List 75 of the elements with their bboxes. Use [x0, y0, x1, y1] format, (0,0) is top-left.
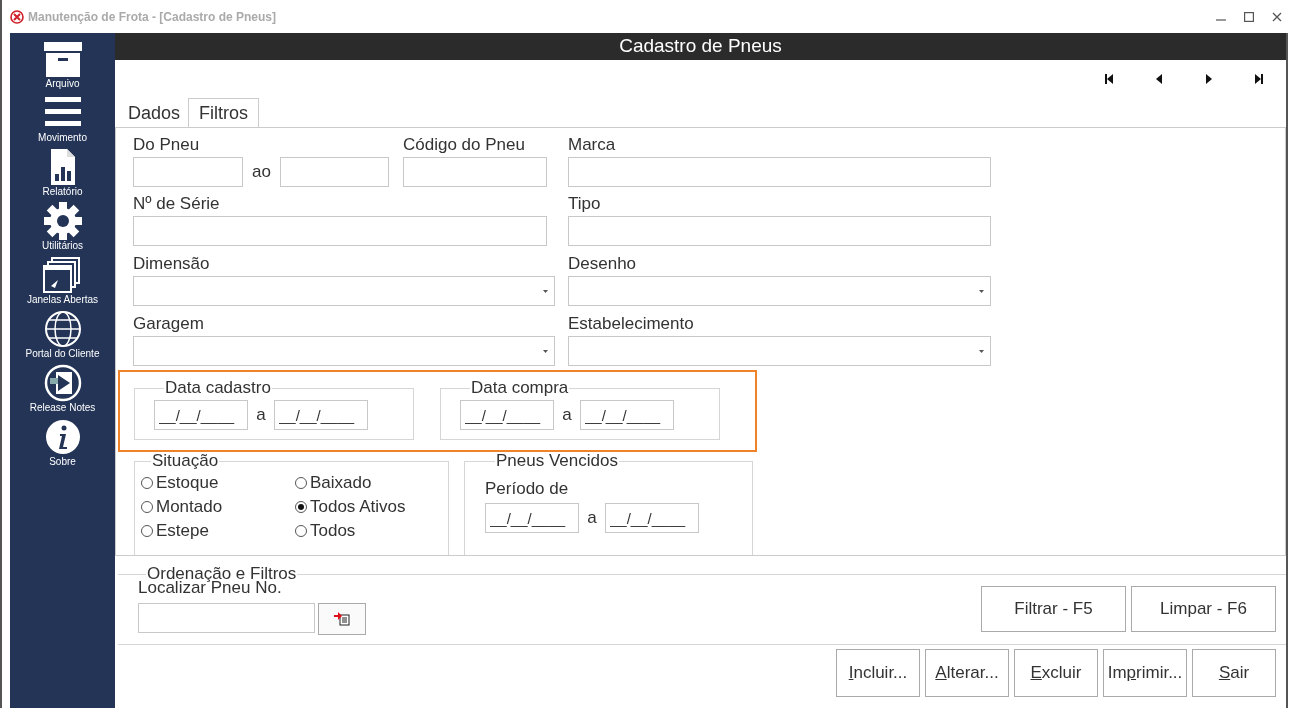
sidebar-item[interactable]: Release Notes — [29, 361, 96, 415]
next-record-icon[interactable] — [1204, 72, 1214, 85]
date-field[interactable]: __/__/____ — [485, 503, 579, 533]
app-icon — [10, 9, 24, 24]
radio-option[interactable]: Todos Ativos — [295, 495, 445, 519]
field-label: a — [255, 404, 267, 427]
sidebar-item[interactable]: Movimento — [38, 91, 87, 145]
input-field[interactable] — [133, 157, 243, 187]
field-label: Do Pneu — [133, 134, 201, 156]
action-button[interactable]: Alterar... — [925, 649, 1009, 697]
page-title: Cadastro de Pneus — [619, 34, 782, 59]
first-record-icon[interactable] — [1104, 72, 1114, 85]
group-label: Situação — [151, 451, 220, 471]
maximize-icon[interactable] — [1244, 11, 1254, 22]
field-label: Código do Pneu — [403, 134, 526, 156]
field-label: Estabelecimento — [568, 313, 695, 335]
field-label: a — [561, 404, 573, 427]
group-label: Data cadastro — [164, 378, 272, 398]
caret-icon — [979, 289, 984, 293]
radio-option[interactable]: Baixado — [295, 471, 445, 495]
field-label: Período de — [485, 478, 570, 500]
input-field[interactable] — [568, 216, 991, 246]
sidebar-item[interactable]: Relatório — [41, 145, 84, 199]
radio-option[interactable]: Montado — [141, 495, 295, 519]
search-button[interactable] — [318, 603, 366, 635]
input-field[interactable] — [133, 216, 547, 246]
date-field[interactable]: __/__/____ — [154, 400, 248, 430]
last-record-icon[interactable] — [1254, 72, 1264, 85]
input-field[interactable] — [280, 157, 389, 187]
field-label: ao — [251, 161, 272, 184]
field-label: Dimensão — [133, 253, 211, 275]
search-field[interactable] — [138, 603, 315, 633]
action-button[interactable]: Filtrar - F5 — [981, 586, 1126, 632]
tab[interactable]: Dados — [126, 99, 183, 127]
dropdown[interactable] — [568, 336, 991, 366]
radio-option[interactable]: Todos — [295, 519, 445, 543]
window-title: Manutenção de Frota - [Cadastro de Pneus] — [28, 8, 277, 26]
action-button[interactable]: Imprimir... — [1103, 649, 1187, 697]
caret-icon — [543, 289, 548, 293]
caret-icon — [543, 349, 548, 353]
radio-option[interactable]: Estepe — [141, 519, 295, 543]
tab[interactable]: Filtros — [188, 98, 260, 128]
field-label: a — [586, 507, 598, 530]
group-label: Pneus Vencidos — [495, 451, 619, 471]
input-field[interactable] — [403, 157, 547, 187]
date-field[interactable]: __/__/____ — [605, 503, 699, 533]
action-button[interactable]: Limpar - F6 — [1131, 586, 1276, 632]
caret-icon — [979, 349, 984, 353]
sidebar-item[interactable]: Arquivo — [41, 37, 84, 91]
field-label: Desenho — [568, 253, 638, 275]
date-field[interactable]: __/__/____ — [274, 400, 368, 430]
group-label: Data compra — [470, 378, 570, 398]
action-button[interactable]: Sair — [1192, 649, 1276, 697]
dropdown[interactable] — [133, 276, 555, 306]
field-label: Nº de Série — [133, 193, 221, 215]
sidebar-item[interactable]: Janelas Abertas — [26, 253, 99, 307]
sidebar-item[interactable]: Portal do Cliente — [25, 307, 100, 361]
settings-icon — [41, 202, 84, 240]
date-field[interactable]: __/__/____ — [580, 400, 674, 430]
archive-box-icon — [41, 40, 84, 78]
dropdown[interactable] — [133, 336, 555, 366]
action-button[interactable]: Excluir — [1014, 649, 1098, 697]
field-label: Tipo — [568, 193, 602, 215]
radio-option[interactable]: Estoque — [141, 471, 295, 495]
sidebar-item[interactable]: Utilitários — [41, 199, 84, 253]
action-button[interactable]: Incluir... — [836, 649, 920, 697]
sidebar-item[interactable]: Sobre — [41, 415, 84, 469]
previous-record-icon[interactable] — [1154, 72, 1164, 85]
dropdown[interactable] — [568, 276, 991, 306]
date-field[interactable]: __/__/____ — [460, 400, 554, 430]
field-label: Marca — [568, 134, 617, 156]
input-field[interactable] — [568, 157, 991, 187]
close-icon[interactable] — [1272, 11, 1282, 22]
field-label: Garagem — [133, 313, 205, 335]
arrow-document-icon — [334, 612, 350, 626]
